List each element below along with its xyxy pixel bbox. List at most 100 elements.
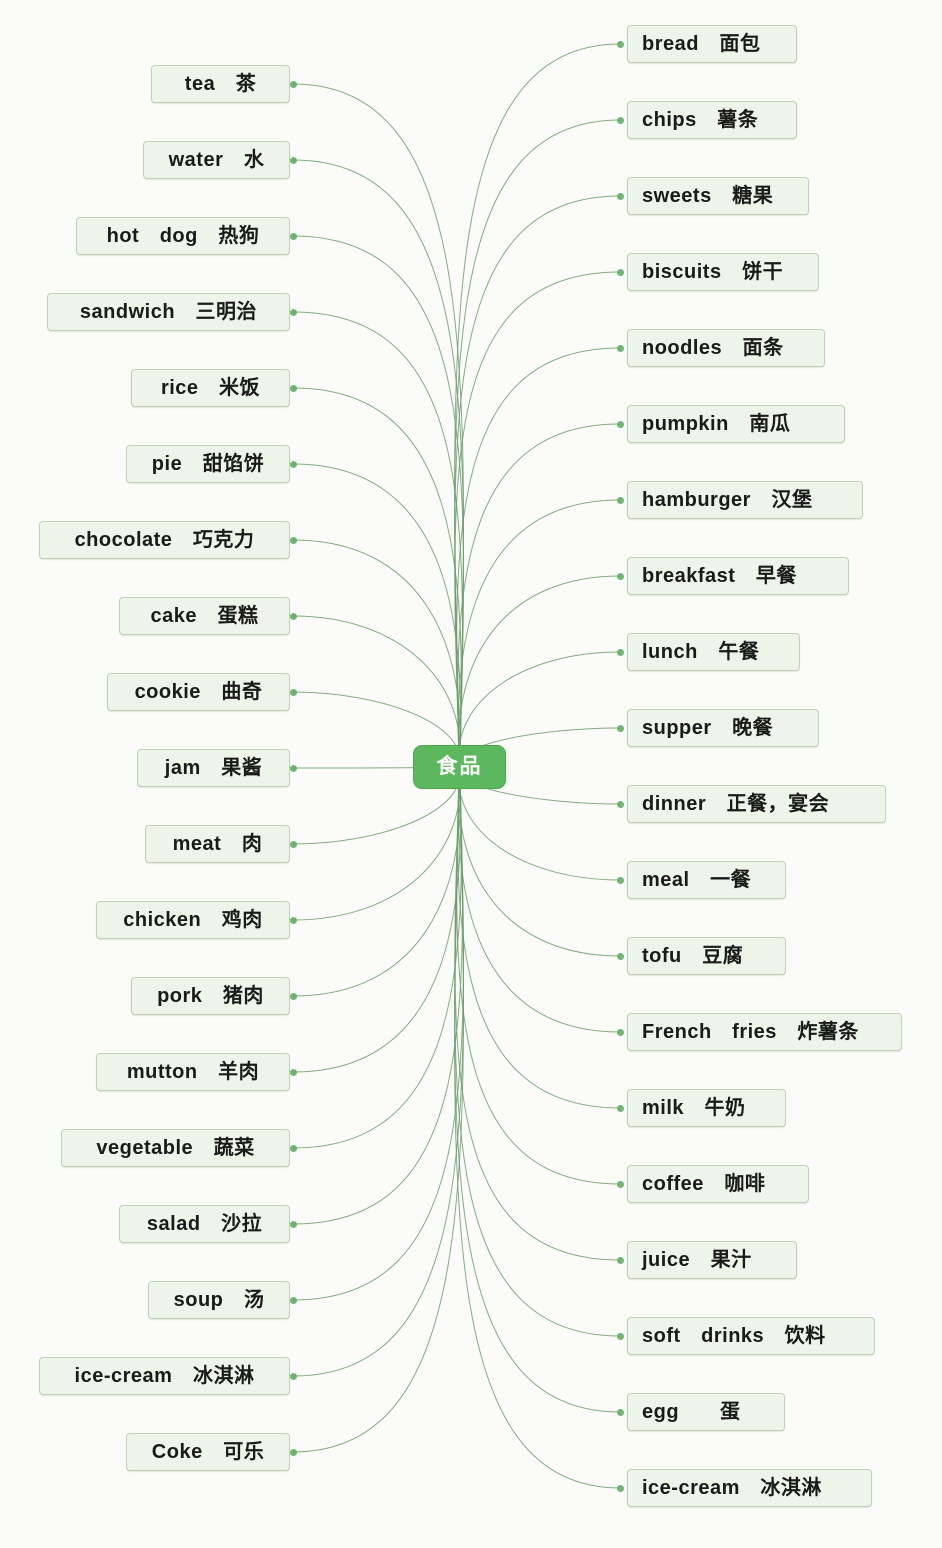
branch-connector-dot (617, 192, 624, 200)
branch-node-coke[interactable]: Coke 可乐 (126, 1433, 290, 1471)
branch-connector-dot (290, 460, 297, 468)
branch-connector-dot (617, 572, 624, 580)
branch-node-jam[interactable]: jam 果酱 (137, 749, 290, 787)
branch-connector-dot (290, 1144, 297, 1152)
branch-node-hamburger[interactable]: hamburger 汉堡 (627, 481, 863, 519)
edge-to-hot-dog (292, 235, 464, 768)
edge-to-ice-cream (454, 766, 621, 1489)
branch-node-meat[interactable]: meat 肉 (145, 825, 290, 863)
branch-node-meal[interactable]: meal 一餐 (627, 861, 786, 899)
edge-to-chicken (292, 766, 461, 921)
branch-connector-dot (617, 1028, 624, 1036)
edge-to-soft-drinks (454, 766, 621, 1337)
edge-to-noodles (456, 347, 621, 768)
branch-connector-dot (290, 1448, 297, 1456)
edge-to-rice (292, 387, 462, 768)
branch-node-supper[interactable]: supper 晚餐 (627, 709, 819, 747)
branch-connector-dot (617, 1484, 624, 1492)
branch-node-sandwich[interactable]: sandwich 三明治 (47, 293, 290, 331)
branch-node-french-fries[interactable]: French fries 炸薯条 (627, 1013, 902, 1051)
branch-node-tea[interactable]: tea 茶 (151, 65, 290, 103)
branch-node-milk[interactable]: milk 牛奶 (627, 1089, 786, 1127)
branch-connector-dot (617, 648, 624, 656)
edge-to-ice-cream (292, 766, 464, 1377)
branch-connector-dot (290, 1068, 297, 1076)
branch-node-chicken[interactable]: chicken 鸡肉 (96, 901, 290, 939)
central-node-food[interactable]: 食品 (413, 745, 506, 789)
branch-node-lunch[interactable]: lunch 午餐 (627, 633, 800, 671)
branch-connector-dot (290, 156, 297, 164)
branch-connector-dot (617, 800, 624, 808)
edge-to-chips (454, 119, 621, 768)
edge-to-biscuits (454, 271, 621, 768)
edge-to-tea (292, 83, 464, 768)
branch-node-bread[interactable]: bread 面包 (627, 25, 797, 63)
branch-node-sweets[interactable]: sweets 糖果 (627, 177, 809, 215)
edge-to-egg (454, 766, 621, 1413)
branch-node-soft-drinks[interactable]: soft drinks 饮料 (627, 1317, 875, 1355)
branch-connector-dot (290, 992, 297, 1000)
branch-connector-dot (290, 612, 297, 620)
branch-connector-dot (617, 724, 624, 732)
branch-node-egg[interactable]: egg 蛋 (627, 1393, 785, 1431)
branch-connector-dot (290, 232, 297, 240)
edge-to-water (292, 159, 464, 768)
edge-to-hamburger (457, 499, 621, 768)
branch-connector-dot (290, 1296, 297, 1304)
branch-node-vegetable[interactable]: vegetable 蔬菜 (61, 1129, 290, 1167)
branch-node-breakfast[interactable]: breakfast 早餐 (627, 557, 849, 595)
branch-node-pumpkin[interactable]: pumpkin 南瓜 (627, 405, 845, 443)
edge-to-tofu (458, 766, 621, 957)
branch-node-noodles[interactable]: noodles 面条 (627, 329, 825, 367)
branch-node-cake[interactable]: cake 蛋糕 (119, 597, 290, 635)
branch-node-ice-cream[interactable]: ice-cream 冰淇淋 (627, 1469, 872, 1507)
edge-to-vegetable (292, 766, 462, 1149)
branch-connector-dot (290, 840, 297, 848)
branch-connector-dot (617, 420, 624, 428)
edge-to-pie (292, 463, 462, 768)
branch-connector-dot (617, 116, 624, 124)
branch-connector-dot (617, 876, 624, 884)
branch-node-mutton[interactable]: mutton 羊肉 (96, 1053, 290, 1091)
branch-node-hot-dog[interactable]: hot dog 热狗 (76, 217, 290, 255)
branch-node-dinner[interactable]: dinner 正餐，宴会 (627, 785, 886, 823)
branch-connector-dot (617, 1180, 624, 1188)
branch-node-coffee[interactable]: coffee 咖啡 (627, 1165, 809, 1203)
branch-connector-dot (617, 268, 624, 276)
branch-connector-dot (290, 308, 297, 316)
branch-node-ice-cream[interactable]: ice-cream 冰淇淋 (39, 1357, 290, 1395)
branch-node-tofu[interactable]: tofu 豆腐 (627, 937, 786, 975)
branch-node-biscuits[interactable]: biscuits 饼干 (627, 253, 819, 291)
branch-connector-dot (617, 344, 624, 352)
branch-connector-dot (617, 1332, 624, 1340)
branch-node-rice[interactable]: rice 米饭 (131, 369, 290, 407)
edge-to-salad (292, 766, 464, 1225)
branch-node-pork[interactable]: pork 猪肉 (131, 977, 290, 1015)
branch-node-cookie[interactable]: cookie 曲奇 (107, 673, 290, 711)
branch-connector-dot (290, 1372, 297, 1380)
branch-node-chips[interactable]: chips 薯条 (627, 101, 797, 139)
branch-node-chocolate[interactable]: chocolate 巧克力 (39, 521, 290, 559)
branch-connector-dot (290, 764, 297, 772)
edge-to-sweets (454, 195, 621, 768)
edge-to-soup (292, 766, 464, 1301)
branch-node-soup[interactable]: soup 汤 (148, 1281, 290, 1319)
edge-to-bread (454, 43, 621, 768)
edge-to-french-fries (457, 766, 621, 1033)
edge-to-breakfast (458, 575, 621, 768)
branch-connector-dot (617, 496, 624, 504)
edge-to-sandwich (292, 311, 463, 768)
branch-connector-dot (290, 1220, 297, 1228)
branch-node-water[interactable]: water 水 (143, 141, 290, 179)
edge-to-coffee (456, 766, 621, 1185)
branch-connector-dot (617, 1104, 624, 1112)
edge-to-coke (292, 766, 464, 1453)
branch-connector-dot (290, 80, 297, 88)
branch-node-pie[interactable]: pie 甜馅饼 (126, 445, 290, 483)
branch-connector-dot (617, 1408, 624, 1416)
branch-connector-dot (290, 384, 297, 392)
branch-node-juice[interactable]: juice 果汁 (627, 1241, 797, 1279)
branch-connector-dot (617, 1256, 624, 1264)
edge-to-milk (457, 766, 621, 1109)
branch-node-salad[interactable]: salad 沙拉 (119, 1205, 290, 1243)
